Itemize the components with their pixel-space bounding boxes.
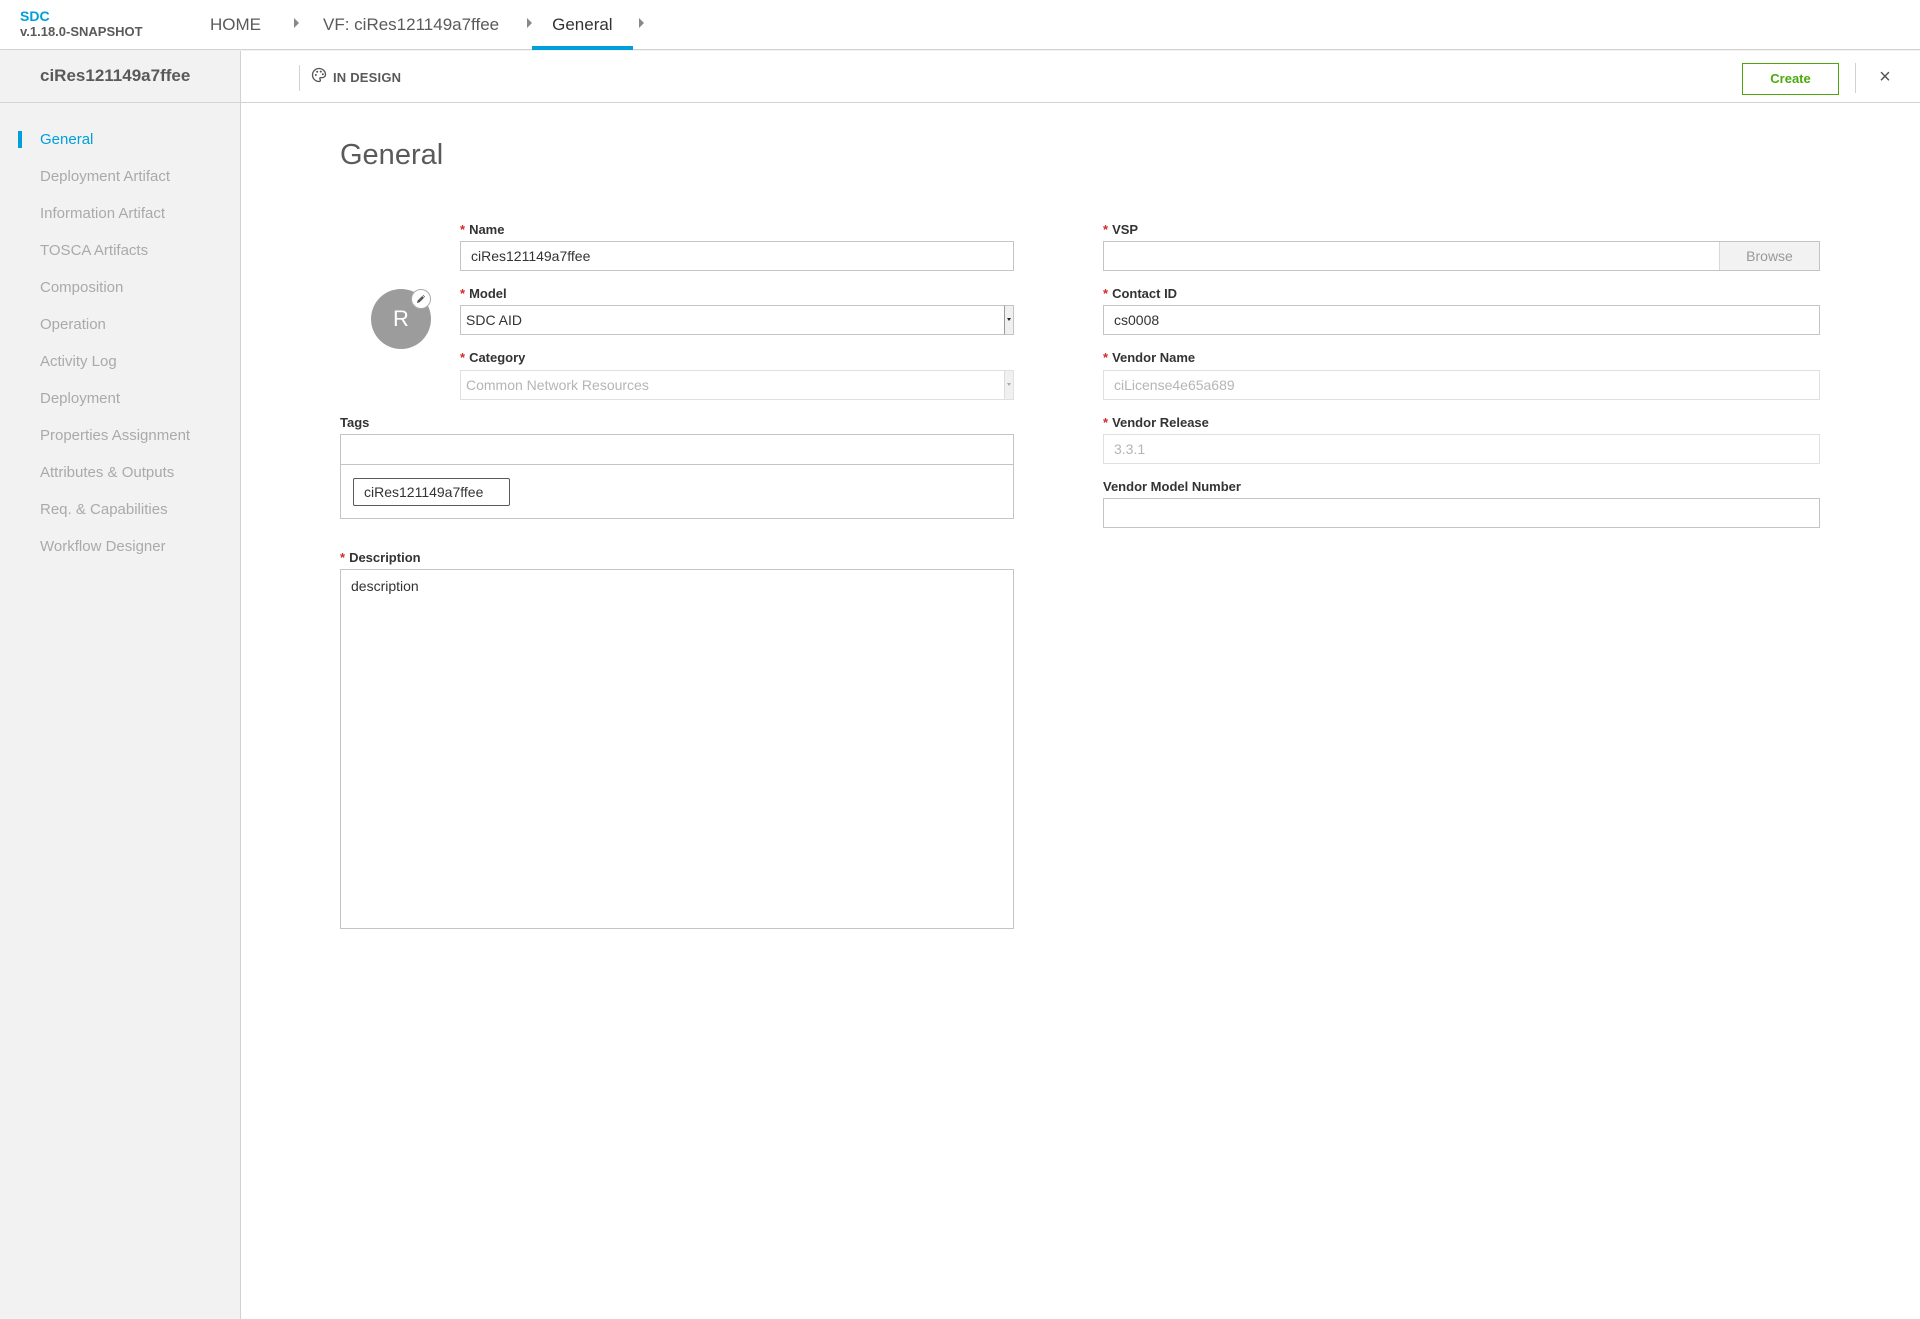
chevron-right-icon[interactable]	[638, 18, 644, 28]
required-marker: *	[1103, 222, 1109, 237]
sidebar-item-req-capabilities[interactable]: Req. & Capabilities	[0, 491, 240, 528]
category-value: Common Network Resources	[466, 377, 649, 393]
sidebar: ciRes121149a7ffee General Deployment Art…	[0, 51, 241, 1319]
app-logo[interactable]: SDC v.1.18.0-SNAPSHOT	[20, 8, 143, 40]
category-label: * Category	[460, 350, 525, 365]
sidebar-item-general[interactable]: General	[0, 121, 240, 158]
top-bar: SDC v.1.18.0-SNAPSHOT HOME VF: ciRes1211…	[0, 0, 1920, 50]
sidebar-item-information-artifact[interactable]: Information Artifact	[0, 195, 240, 232]
sidebar-item-tosca-artifacts[interactable]: TOSCA Artifacts	[0, 232, 240, 269]
sidebar-item-deployment[interactable]: Deployment	[0, 380, 240, 417]
contact-id-label-text: Contact ID	[1112, 286, 1178, 301]
tags-label: Tags	[340, 415, 370, 430]
sidebar-title: ciRes121149a7ffee	[0, 51, 240, 103]
app-name: SDC	[20, 8, 50, 24]
contact-id-input[interactable]: cs0008	[1103, 305, 1820, 335]
tags-input[interactable]	[341, 435, 1013, 465]
required-marker: *	[1103, 286, 1109, 301]
model-value: SDC AID	[466, 312, 523, 328]
status-text: IN DESIGN	[333, 69, 402, 85]
vendor-release-label-text: Vendor Release	[1112, 415, 1209, 430]
vendor-name-label: * Vendor Name	[1103, 350, 1195, 365]
chevron-down-icon	[1004, 371, 1013, 399]
required-marker: *	[340, 550, 346, 565]
category-select: Common Network Resources	[460, 370, 1014, 400]
sidebar-item-activity-log[interactable]: Activity Log	[0, 343, 240, 380]
sidebar-item-workflow-designer[interactable]: Workflow Designer	[0, 528, 240, 565]
lifecycle-status: IN DESIGN	[311, 51, 401, 103]
required-marker: *	[460, 222, 466, 237]
workspace-header: IN DESIGN Create ×	[241, 51, 1920, 103]
create-button[interactable]: Create	[1742, 63, 1839, 95]
vendor-name-input: ciLicense4e65a689	[1103, 370, 1820, 400]
divider	[299, 65, 300, 91]
breadcrumb-home[interactable]: HOME	[210, 0, 261, 50]
breadcrumb: HOME VF: ciRes121149a7ffee General	[210, 0, 644, 50]
vendor-release-input: 3.3.1	[1103, 434, 1820, 464]
app-version: v.1.18.0-SNAPSHOT	[20, 24, 143, 39]
vendor-release-label: * Vendor Release	[1103, 415, 1209, 430]
close-icon[interactable]: ×	[1875, 65, 1895, 89]
required-marker: *	[460, 286, 466, 301]
browse-button[interactable]: Browse	[1719, 242, 1819, 270]
sidebar-item-composition[interactable]: Composition	[0, 269, 240, 306]
divider	[1855, 63, 1856, 93]
name-label: * Name	[460, 222, 504, 237]
edit-icon[interactable]	[411, 289, 431, 309]
description-label-text: Description	[349, 550, 421, 565]
model-label: * Model	[460, 286, 507, 301]
tag-chip[interactable]: ciRes121149a7ffee	[353, 478, 510, 506]
vsp-label-text: VSP	[1112, 222, 1139, 237]
chevron-down-icon[interactable]	[1004, 306, 1013, 334]
name-label-text: Name	[469, 222, 505, 237]
page-title: General	[340, 139, 444, 171]
breadcrumb-vf[interactable]: VF: ciRes121149a7ffee	[323, 0, 499, 50]
sidebar-item-operation[interactable]: Operation	[0, 306, 240, 343]
sidebar-item-deployment-artifact[interactable]: Deployment Artifact	[0, 158, 240, 195]
palette-icon	[311, 67, 327, 88]
model-select[interactable]: SDC AID	[460, 305, 1014, 335]
name-input[interactable]: ciRes121149a7ffee	[460, 241, 1014, 271]
sidebar-item-properties-assignment[interactable]: Properties Assignment	[0, 417, 240, 454]
sidebar-nav: General Deployment Artifact Information …	[0, 103, 240, 565]
vsp-label: * VSP	[1103, 222, 1138, 237]
required-marker: *	[460, 350, 466, 365]
contact-id-label: * Contact ID	[1103, 286, 1177, 301]
vsp-input[interactable]: Browse	[1103, 241, 1820, 271]
vendor-name-label-text: Vendor Name	[1112, 350, 1196, 365]
sidebar-item-attributes-outputs[interactable]: Attributes & Outputs	[0, 454, 240, 491]
description-label: * Description	[340, 550, 421, 565]
breadcrumb-general[interactable]: General	[532, 0, 634, 50]
chevron-right-icon[interactable]	[294, 18, 299, 28]
description-textarea[interactable]: description	[340, 569, 1014, 929]
category-label-text: Category	[469, 350, 526, 365]
tags-field: ciRes121149a7ffee	[340, 434, 1014, 519]
required-marker: *	[1103, 350, 1109, 365]
vendor-model-number-input[interactable]	[1103, 498, 1820, 528]
vendor-model-number-label: Vendor Model Number	[1103, 479, 1241, 494]
required-marker: *	[1103, 415, 1109, 430]
model-label-text: Model	[469, 286, 507, 301]
